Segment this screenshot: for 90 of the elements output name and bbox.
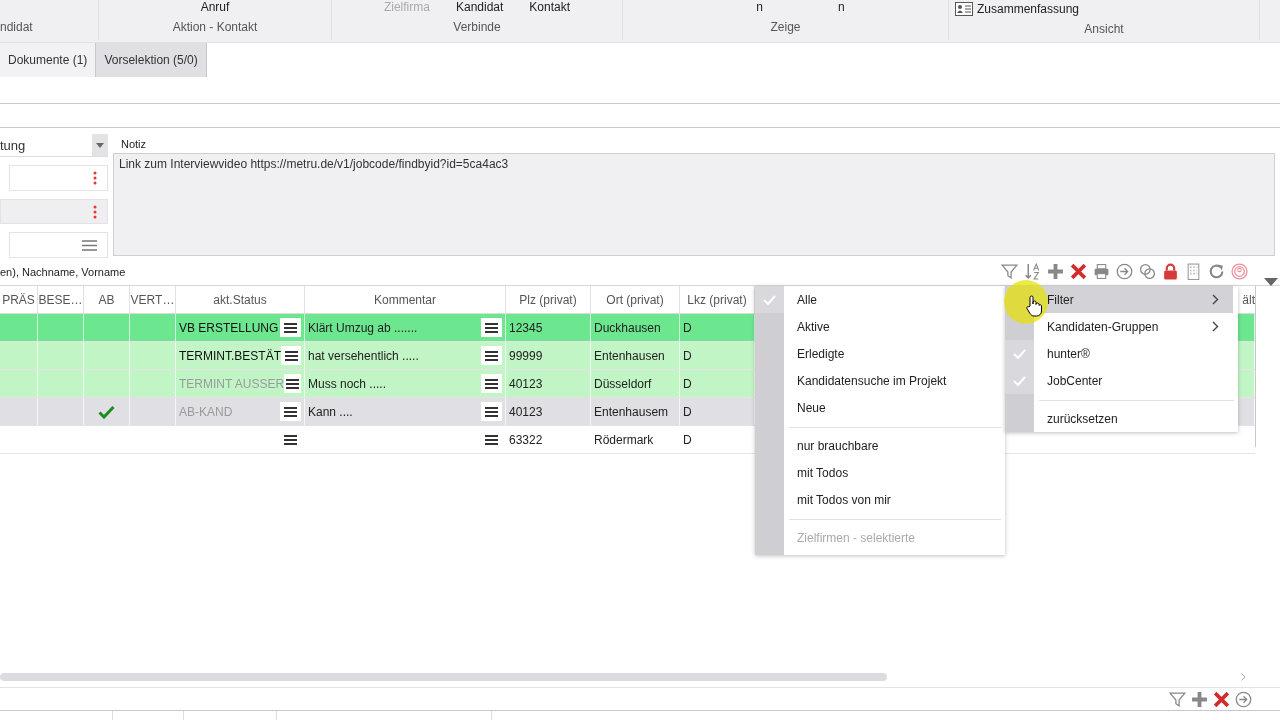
menu-icon <box>284 406 297 417</box>
tab[interactable]: Dokumente (1) <box>0 43 97 77</box>
menu-button[interactable] <box>481 346 502 365</box>
ribbon-group-label: ndidat <box>0 20 33 34</box>
column-header[interactable]: AB <box>84 286 130 313</box>
table-cell: Duckhausen <box>591 314 680 341</box>
menu-button[interactable] <box>481 402 502 421</box>
menu-button[interactable] <box>281 346 301 365</box>
delete-icon[interactable] <box>1070 263 1087 280</box>
more-icon[interactable] <box>93 204 97 219</box>
table-cell: 40123 <box>506 370 591 397</box>
table-cell: VB ERSTELLUNG <box>179 320 279 335</box>
menu-button[interactable] <box>280 318 301 337</box>
menu-icon <box>286 378 300 389</box>
arrow-circle-icon[interactable] <box>1235 690 1252 708</box>
print-icon[interactable] <box>1093 263 1110 280</box>
chevron-right-icon <box>1212 294 1219 305</box>
menu-button[interactable] <box>280 402 301 421</box>
menu-icon <box>284 434 297 445</box>
menu-button[interactable] <box>481 318 502 337</box>
table-cell: Kann .... <box>308 404 353 419</box>
table-cell: 40123 <box>506 398 591 425</box>
hand-cursor-icon <box>1026 295 1042 317</box>
note-field[interactable]: Link zum Interviewvideo https://metru.de/v1/jobcode/findbyid?id=5ca4ac3 <box>113 153 1275 256</box>
menu-icon <box>485 406 498 417</box>
menu-icon <box>485 322 498 333</box>
table-cell: Entenhausem <box>591 398 680 425</box>
field-label: Notiz <box>120 137 147 152</box>
menu-item[interactable]: Alle <box>784 286 1005 313</box>
arrow-circle-icon[interactable] <box>1116 263 1133 280</box>
link-circles-icon[interactable] <box>1139 263 1156 280</box>
column-header[interactable]: akt.Status <box>176 286 305 313</box>
menu-button[interactable] <box>284 374 301 393</box>
column-header[interactable]: BESE… <box>38 286 84 313</box>
building-icon[interactable] <box>1185 263 1202 280</box>
table-cell: Düsseldorf <box>591 370 680 397</box>
input-field[interactable] <box>0 198 108 225</box>
table-cell: TERMINT AUSSER <box>179 376 285 391</box>
ribbon-group-label: Ansicht <box>1084 22 1124 36</box>
chevron-right-icon <box>1212 321 1219 332</box>
menu-icon <box>485 378 498 389</box>
input-field[interactable] <box>9 165 108 191</box>
ribbon-button[interactable]: Anruf <box>200 0 230 14</box>
table-cell: 99999 <box>506 342 591 369</box>
add-icon[interactable] <box>1047 263 1064 280</box>
contact-card-icon <box>955 2 973 16</box>
menu-icon <box>284 322 297 333</box>
lock-icon[interactable] <box>1162 263 1179 280</box>
table-cell: TERMINT.BESTÄT <box>179 348 281 363</box>
sort-icon[interactable] <box>1024 263 1041 280</box>
column-header[interactable]: Ort (privat) <box>591 286 680 313</box>
ribbon-button[interactable]: Kandidat <box>455 0 504 14</box>
ribbon-group-label: Aktion - Kontakt <box>172 20 258 34</box>
table-cell: Muss noch ..... <box>308 376 387 391</box>
select-field[interactable]: tung <box>0 134 108 157</box>
chevron-right-icon[interactable] <box>1241 673 1246 681</box>
table-cell: Entenhausen <box>591 342 680 369</box>
menu-icon[interactable] <box>82 239 97 251</box>
table-cell: Klärt Umzug ab ....... <box>308 320 418 335</box>
input-field[interactable] <box>9 232 108 258</box>
menu-icon <box>485 434 498 445</box>
ribbon-group-label: Verbinde <box>453 20 501 34</box>
search-columns-text: en), Nachname, Vorname <box>0 265 126 278</box>
refresh-icon[interactable] <box>1208 263 1225 280</box>
menu-icon <box>485 350 498 361</box>
caret-icon <box>96 142 104 148</box>
delete-icon[interactable] <box>1213 690 1230 708</box>
tab[interactable]: Vorselektion (5/0) <box>96 43 207 77</box>
menu-icon <box>284 350 298 361</box>
column-header[interactable]: PRÄS <box>0 286 38 313</box>
ribbon-button[interactable]: Kontakt <box>529 0 571 14</box>
ribbon-group-label: Zeige <box>770 20 801 34</box>
filter-icon[interactable] <box>1169 690 1186 708</box>
column-header[interactable]: VERT… <box>130 286 176 313</box>
dropdown-icon[interactable] <box>1264 278 1278 286</box>
more-icon[interactable] <box>93 170 97 185</box>
table-cell: hat versehentlich ..... <box>308 348 419 363</box>
column-header[interactable]: Kommentar <box>305 286 506 313</box>
filter-icon[interactable] <box>1001 263 1018 280</box>
table-cell: 12345 <box>506 314 591 341</box>
ribbon-button[interactable]: n <box>838 0 845 14</box>
column-header[interactable]: Plz (privat) <box>506 286 591 313</box>
target-icon[interactable] <box>1231 263 1248 280</box>
table-cell: Rödermark <box>591 426 680 453</box>
table-cell: 63322 <box>506 426 591 453</box>
menu-button[interactable] <box>481 374 502 393</box>
ribbon-button[interactable]: n <box>756 0 763 14</box>
table-cell: AB-KAND <box>179 404 233 419</box>
ribbon-button[interactable]: Zusammenfassung <box>955 2 1080 16</box>
add-icon[interactable] <box>1191 690 1208 708</box>
